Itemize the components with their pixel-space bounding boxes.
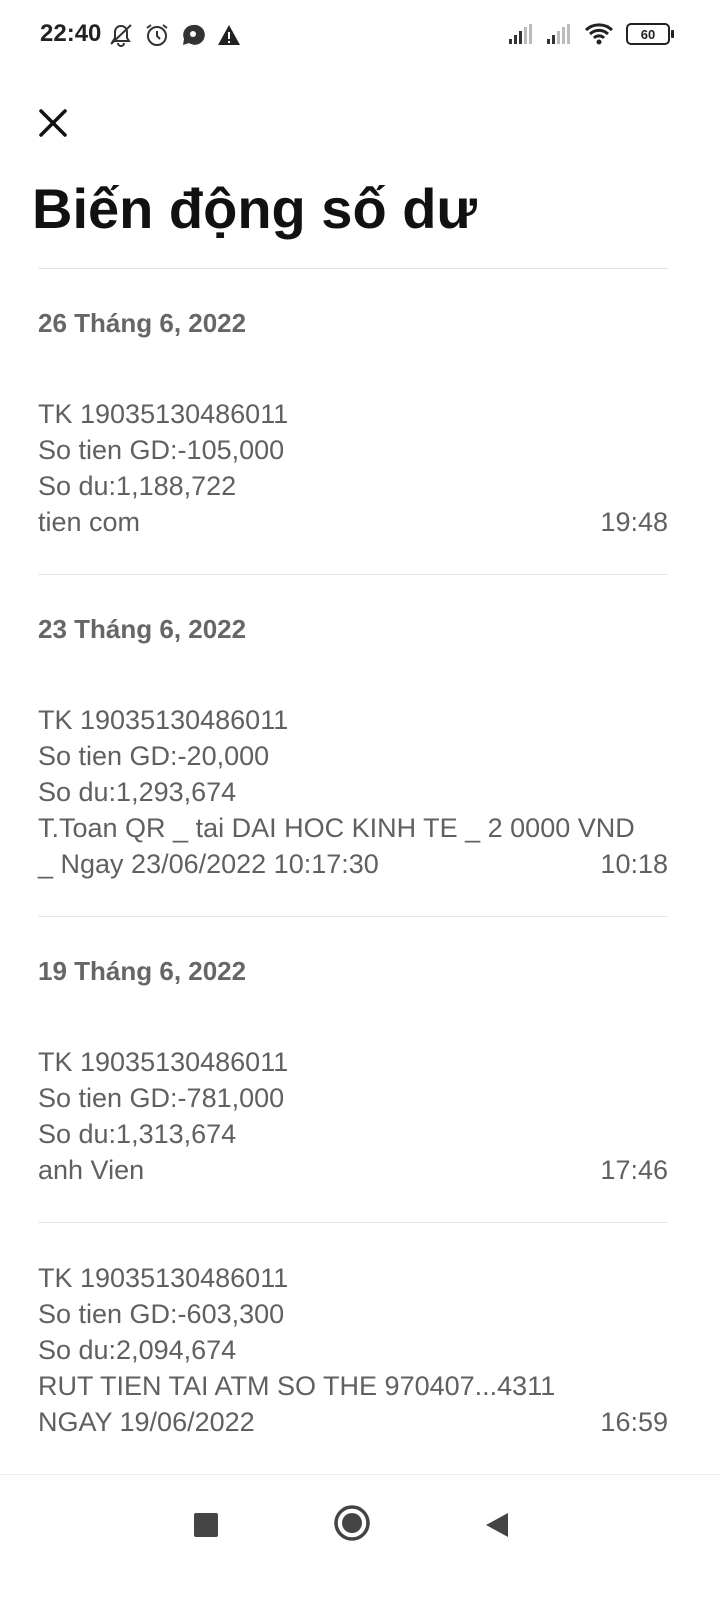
home-button[interactable] bbox=[332, 1501, 372, 1550]
transaction-description: _ Ngay 23/06/2022 10:17:30 bbox=[38, 849, 379, 879]
status-bar: 22:40 60 bbox=[0, 0, 720, 70]
close-icon bbox=[39, 109, 67, 137]
recents-button[interactable] bbox=[186, 1505, 226, 1550]
transaction-description: anh Vien bbox=[38, 1155, 145, 1185]
transaction-amount: So tien GD:-603,300 bbox=[38, 1299, 285, 1329]
battery-icon: 60 bbox=[626, 23, 674, 45]
transaction-item[interactable]: TK 19035130486011 So tien GD:-105,000 So… bbox=[38, 396, 668, 540]
transaction-item[interactable]: TK 19035130486011 So tien GD:-20,000 So … bbox=[38, 702, 668, 882]
signal-icon bbox=[547, 24, 570, 44]
signal-icon bbox=[509, 24, 532, 44]
date-header: 19 Tháng 6, 2022 bbox=[38, 956, 247, 986]
back-button[interactable] bbox=[478, 1505, 518, 1550]
transaction-item[interactable]: TK 19035130486011 So tien GD:-603,300 So… bbox=[38, 1260, 668, 1440]
title-divider bbox=[38, 268, 668, 269]
transaction-time: 17:46 bbox=[600, 1155, 668, 1185]
alarm-icon bbox=[146, 24, 168, 46]
balance: So du:1,313,674 bbox=[38, 1119, 237, 1149]
transaction-time: 19:48 bbox=[600, 507, 668, 537]
transaction-description: T.Toan QR _ tai DAI HOC KINH TE _ 2 0000… bbox=[38, 813, 635, 843]
messenger-icon bbox=[183, 24, 205, 45]
transaction-item[interactable]: TK 19035130486011 So tien GD:-781,000 So… bbox=[38, 1044, 668, 1188]
transaction-time: 10:18 bbox=[600, 849, 668, 879]
account-number: TK 19035130486011 bbox=[38, 1263, 289, 1293]
wifi-icon bbox=[584, 23, 614, 45]
divider bbox=[38, 1222, 668, 1223]
warning-icon bbox=[218, 25, 240, 45]
transaction-description: tien com bbox=[38, 507, 141, 537]
back-triangle-icon bbox=[486, 1513, 508, 1537]
transaction-time: 16:59 bbox=[600, 1407, 668, 1437]
date-header: 23 Tháng 6, 2022 bbox=[38, 614, 247, 644]
transaction-amount: So tien GD:-105,000 bbox=[38, 435, 285, 465]
balance: So du:1,188,722 bbox=[38, 471, 237, 501]
close-button[interactable] bbox=[36, 106, 70, 140]
battery-level: 60 bbox=[640, 26, 656, 42]
transaction-description: RUT TIEN TAI ATM SO THE 970407...4311 bbox=[38, 1371, 556, 1401]
recents-square-icon bbox=[194, 1513, 218, 1537]
account-number: TK 19035130486011 bbox=[38, 705, 289, 735]
navigation-bar bbox=[0, 1474, 720, 1601]
divider bbox=[38, 574, 668, 575]
system-icons: 60 bbox=[508, 22, 674, 46]
transaction-amount: So tien GD:-781,000 bbox=[38, 1083, 285, 1113]
notification-icons bbox=[108, 22, 242, 48]
date-header: 26 Tháng 6, 2022 bbox=[38, 308, 247, 338]
home-circle-icon bbox=[334, 1505, 370, 1541]
status-time: 22:40 bbox=[40, 20, 102, 47]
transaction-description: NGAY 19/06/2022 bbox=[38, 1407, 255, 1437]
transaction-amount: So tien GD:-20,000 bbox=[38, 741, 270, 771]
account-number: TK 19035130486011 bbox=[38, 399, 289, 429]
balance: So du:2,094,674 bbox=[38, 1335, 237, 1365]
bell-off-icon bbox=[110, 24, 132, 47]
page-title: Biến động số dư bbox=[32, 177, 477, 240]
balance: So du:1,293,674 bbox=[38, 777, 237, 807]
divider bbox=[38, 916, 668, 917]
account-number: TK 19035130486011 bbox=[38, 1047, 289, 1077]
